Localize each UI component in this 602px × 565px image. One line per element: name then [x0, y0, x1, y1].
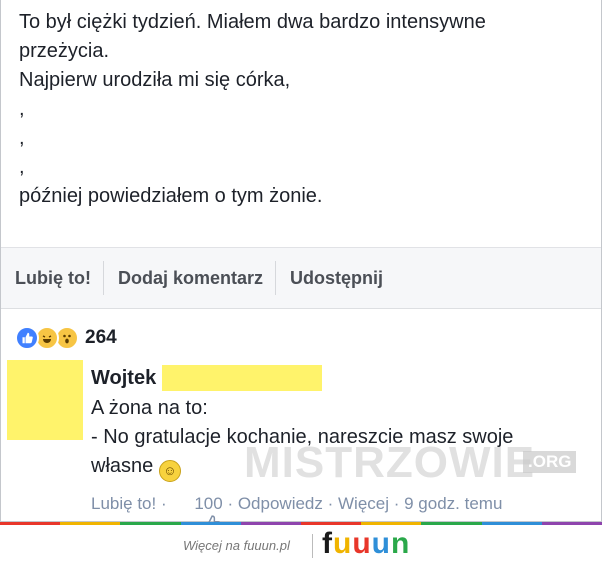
- post-line: Najpierw urodziła mi się córka,: [19, 69, 291, 91]
- smile-emoji-icon: ☺: [158, 460, 181, 482]
- post-actions-bar: Lubię to! Dodaj komentarz Udostępnij: [1, 247, 601, 309]
- like-reaction-icon: [15, 326, 39, 350]
- more-link[interactable]: Więcej: [338, 494, 389, 514]
- post-text: To był ciężki tydzień. Miałem dwa bardzo…: [19, 8, 589, 211]
- redaction-bar: [162, 365, 323, 391]
- comment-line: własne: [91, 455, 154, 477]
- reply-link[interactable]: Odpowiedz: [238, 494, 323, 514]
- avatar[interactable]: [7, 360, 83, 440]
- post-line: ,: [19, 98, 25, 120]
- color-strip-segment: [301, 522, 362, 525]
- color-strip-segment: [180, 522, 241, 525]
- color-strip-segment: [240, 522, 302, 525]
- author-name[interactable]: Wojtek: [91, 367, 156, 390]
- post-line: ,: [19, 156, 25, 178]
- logo-letter: u: [371, 527, 391, 560]
- reactions-summary[interactable]: 264: [15, 326, 117, 350]
- color-strip-segment: [120, 522, 181, 525]
- site-footer: Więcej na fuuun.pl fuuun: [0, 522, 602, 565]
- color-strip-segment: [541, 522, 602, 525]
- facebook-post: To był ciężki tydzień. Miałem dwa bardzo…: [0, 0, 602, 533]
- logo-letter: n: [390, 527, 411, 560]
- comment-author: Wojtek: [91, 364, 596, 392]
- color-strip-segment: [0, 522, 61, 525]
- watermark-suffix: .ORG: [523, 451, 577, 473]
- color-strip-segment: [421, 522, 482, 525]
- meta-separator: ·: [322, 494, 338, 513]
- meta-separator: ·: [389, 494, 405, 513]
- footer-tagline[interactable]: Więcej na fuuun.pl: [183, 538, 290, 553]
- logo-letter: f: [322, 527, 333, 560]
- comment-line: A żona na to:: [91, 397, 208, 419]
- post-line: przeżycia.: [19, 40, 110, 62]
- thumbs-up-icon: [173, 495, 221, 533]
- watermark: MISTRZOWIE: [244, 438, 536, 487]
- share-button[interactable]: Udostępnij: [276, 261, 395, 295]
- logo-letter: u: [333, 527, 353, 560]
- logo-letter: u: [352, 527, 372, 560]
- reaction-count: 264: [85, 327, 117, 348]
- post-line: ,: [19, 127, 25, 149]
- color-strip-segment: [481, 522, 542, 525]
- footer-divider: [312, 534, 313, 558]
- fuuun-logo[interactable]: fuuun: [322, 527, 410, 561]
- post-line: To był ciężki tydzień. Miałem dwa bardzo…: [19, 11, 486, 33]
- meta-separator: ·: [156, 494, 172, 513]
- add-comment-button[interactable]: Dodaj komentarz: [104, 261, 277, 295]
- color-strip-segment: [60, 522, 121, 525]
- comment-meta: Lubię to! · 100 · Odpowiedz · Więcej · 9…: [91, 494, 502, 533]
- comment-like-link[interactable]: Lubię to!: [91, 494, 156, 514]
- comment-timestamp[interactable]: 9 godz. temu: [404, 494, 502, 514]
- color-strip-segment: [361, 522, 422, 525]
- like-button[interactable]: Lubię to!: [1, 261, 104, 295]
- meta-separator: ·: [222, 494, 238, 513]
- post-line: później powiedziałem o tym żonie.: [19, 185, 323, 207]
- comment-like-count[interactable]: 100: [194, 494, 222, 514]
- color-strip: [0, 522, 602, 525]
